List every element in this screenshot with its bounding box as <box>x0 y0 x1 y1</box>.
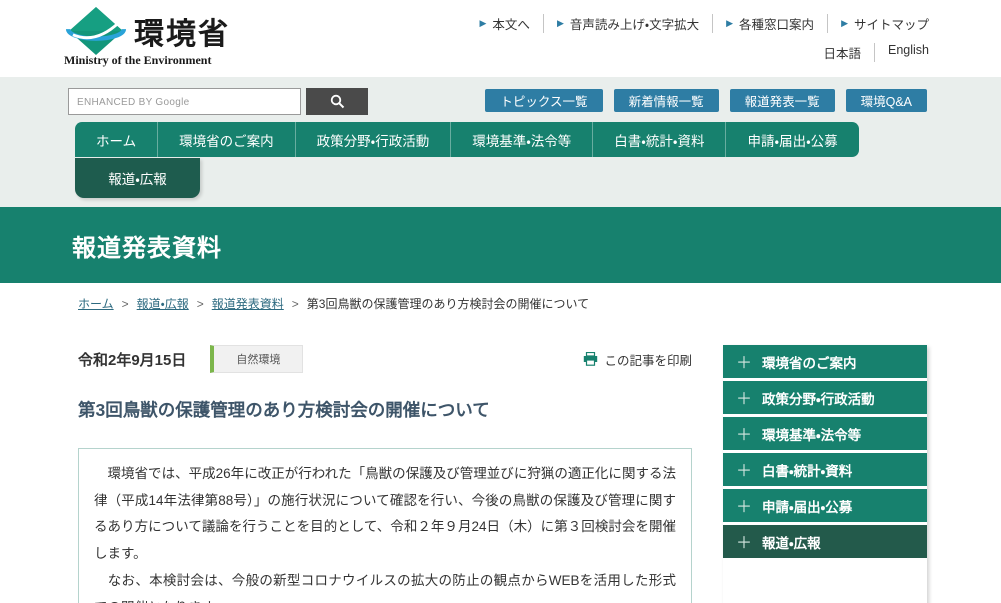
press-release-list-button[interactable]: 報道発表一覧 <box>730 89 835 112</box>
breadcrumb-press-release[interactable]: 報道発表資料 <box>212 295 284 312</box>
lang-english[interactable]: English <box>875 43 929 62</box>
article-date: 令和2年9月15日 <box>78 349 186 370</box>
language-links: 日本語 English <box>810 43 929 62</box>
print-article-link[interactable]: この記事を印刷 <box>583 350 692 369</box>
sidebar-item-standards[interactable]: ＋環境基準・法令等 <box>723 417 927 450</box>
plus-icon: ＋ <box>736 493 752 517</box>
arrow-icon: ▶ <box>557 18 564 29</box>
breadcrumb: ホーム > 報道・広報 > 報道発表資料 > 第3回鳥獣の保護管理のあり方検討会… <box>78 295 1001 312</box>
nav-tab-policy[interactable]: 政策分野・行政活動 <box>295 122 451 157</box>
logo-title: 環境省 <box>134 9 230 53</box>
quick-buttons: トピックス一覧 新着情報一覧 報道発表一覧 環境Q&A <box>485 89 927 112</box>
breadcrumb-separator: > <box>122 297 129 311</box>
ministry-logo[interactable]: 環境省 Ministry of the Environment <box>64 6 230 68</box>
nav-tab-press[interactable]: 報道・広報 <box>75 158 200 198</box>
article: 令和2年9月15日 自然環境 この記事を印刷 第3回鳥獣の保護管理のあり方検討会… <box>78 345 692 603</box>
link-to-main-text[interactable]: ▶本文へ <box>467 14 544 33</box>
breadcrumb-current: 第3回鳥獣の保護管理のあり方検討会の開催について <box>307 295 589 312</box>
article-paragraph: なお、本検討会は、今般の新型コロナウイルスの拡大の防止の観点からWEBを活用した… <box>94 568 676 603</box>
utility-links: ▶本文へ ▶音声読み上げ・文字拡大 ▶各種窓口案内 ▶サイトマップ <box>467 14 930 33</box>
plus-icon: ＋ <box>736 529 752 553</box>
nav-tab-standards[interactable]: 環境基準・法令等 <box>450 122 592 157</box>
site-header: 環境省 Ministry of the Environment ▶本文へ ▶音声… <box>0 0 1001 77</box>
topics-list-button[interactable]: トピックス一覧 <box>485 89 602 112</box>
sub-navigation: 報道・広報 <box>75 158 200 198</box>
link-sitemap[interactable]: ▶サイトマップ <box>828 14 929 33</box>
content-area: ホーム > 報道・広報 > 報道発表資料 > 第3回鳥獣の保護管理のあり方検討会… <box>0 295 1001 603</box>
sidebar-item-press[interactable]: ＋報道・広報 <box>723 525 927 558</box>
article-paragraph: 環境省では、平成26年に改正が行われた「鳥獣の保護及び管理並びに狩猟の適正化に関… <box>94 461 676 568</box>
sidebar-item-about[interactable]: ＋環境省のご案内 <box>723 345 927 378</box>
arrow-icon: ▶ <box>726 18 733 29</box>
article-title: 第3回鳥獣の保護管理のあり方検討会の開催について <box>78 397 692 422</box>
nav-tab-whitepapers[interactable]: 白書・統計・資料 <box>592 122 725 157</box>
nav-tab-home[interactable]: ホーム <box>75 122 157 157</box>
nav-tab-about[interactable]: 環境省のご案内 <box>157 122 295 157</box>
search-area <box>68 88 368 115</box>
plus-icon: ＋ <box>736 457 752 481</box>
logo-subtitle: Ministry of the Environment <box>64 53 230 68</box>
page-banner: 報道発表資料 <box>0 207 1001 283</box>
plus-icon: ＋ <box>736 385 752 409</box>
breadcrumb-press[interactable]: 報道・広報 <box>137 295 189 312</box>
sidebar-menu: ＋環境省のご案内 ＋政策分野・行政活動 ＋環境基準・法令等 ＋白書・統計・資料 … <box>723 345 927 603</box>
arrow-icon: ▶ <box>841 18 848 29</box>
main-navigation: ホーム 環境省のご案内 政策分野・行政活動 環境基準・法令等 白書・統計・資料 … <box>75 122 859 157</box>
page-title: 報道発表資料 <box>72 228 222 263</box>
category-badge[interactable]: 自然環境 <box>210 345 303 373</box>
printer-icon <box>583 352 598 366</box>
ministry-logo-icon <box>64 6 128 56</box>
sidebar-item-policy[interactable]: ＋政策分野・行政活動 <box>723 381 927 414</box>
search-nav-band: トピックス一覧 新着情報一覧 報道発表一覧 環境Q&A ホーム 環境省のご案内 … <box>0 77 1001 207</box>
sidebar-item-applications[interactable]: ＋申請・届出・公募 <box>723 489 927 522</box>
nav-tab-applications[interactable]: 申請・届出・公募 <box>725 122 858 157</box>
lang-japanese[interactable]: 日本語 <box>810 43 875 62</box>
link-contact-info[interactable]: ▶各種窓口案内 <box>713 14 828 33</box>
sidebar-item-whitepapers[interactable]: ＋白書・統計・資料 <box>723 453 927 486</box>
link-text-to-speech[interactable]: ▶音声読み上げ・文字拡大 <box>544 14 713 33</box>
page: 環境省 Ministry of the Environment ▶本文へ ▶音声… <box>0 0 1001 603</box>
breadcrumb-separator: > <box>197 297 204 311</box>
new-info-list-button[interactable]: 新着情報一覧 <box>614 89 719 112</box>
breadcrumb-separator: > <box>292 297 299 311</box>
plus-icon: ＋ <box>736 421 752 445</box>
search-input[interactable] <box>68 88 301 115</box>
article-body: 環境省では、平成26年に改正が行われた「鳥獣の保護及び管理並びに狩猟の適正化に関… <box>78 448 692 603</box>
arrow-icon: ▶ <box>480 18 487 29</box>
search-button[interactable] <box>306 88 368 115</box>
env-qa-button[interactable]: 環境Q&A <box>846 89 927 112</box>
plus-icon: ＋ <box>736 349 752 373</box>
breadcrumb-home[interactable]: ホーム <box>78 295 114 312</box>
search-icon <box>330 94 345 109</box>
